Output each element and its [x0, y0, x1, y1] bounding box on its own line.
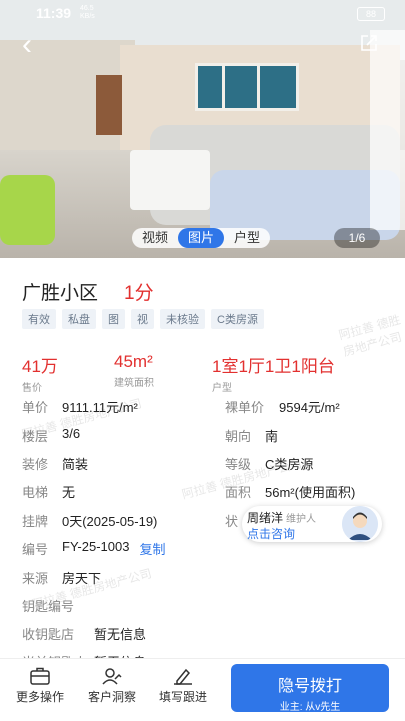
kpi-area: 45m² 建筑面积 — [114, 352, 154, 389]
detail-row: 单价 9111.11元/m² — [22, 397, 138, 416]
detail-value: 无 — [62, 485, 76, 500]
agent-name: 周绪洋 — [247, 511, 284, 525]
kpi-value: 1室1厅1卫1阳台 — [212, 357, 335, 376]
tab-video[interactable]: 视频 — [132, 228, 178, 248]
kpi-price: 41万 售价 — [22, 352, 58, 394]
photo-coffee-table — [130, 150, 210, 210]
detail-key: 挂牌 — [22, 514, 49, 529]
fill-followup-button[interactable]: 填写跟进 — [153, 667, 213, 705]
detail-row: 电梯 无 — [22, 482, 75, 501]
detail-value: 南 — [265, 429, 279, 444]
consult-link[interactable]: 点击咨询 — [247, 525, 295, 542]
pencil-icon — [174, 668, 192, 685]
call-owner: 业主: 从v先生 — [279, 702, 341, 713]
detail-key: 单价 — [22, 400, 49, 415]
detail-value: 暂无信息 — [94, 627, 147, 642]
detail-key: 楼层 — [22, 429, 49, 444]
tag: 有效 — [22, 309, 56, 329]
tab-photos[interactable]: 图片 — [178, 228, 225, 248]
tag-list: 有效 私盘 图 视 未核验 C类房源 — [22, 309, 264, 329]
detail-row: 楼层 3/6 — [22, 426, 80, 445]
detail-row: 挂牌 0天(2025-05-19) — [22, 511, 157, 530]
status-net-speed: 46.5 KB/s — [80, 5, 95, 20]
detail-row: 来源 房天下 — [22, 568, 101, 587]
detail-value: 3/6 — [62, 426, 81, 441]
photo-painting — [257, 63, 299, 111]
detail-value: 56m²(使用面积) — [265, 485, 356, 500]
tag: 视 — [131, 309, 154, 329]
status-time: 11:39 — [36, 5, 72, 21]
detail-value: 0天(2025-05-19) — [62, 514, 158, 529]
detail-key: 电梯 — [22, 485, 49, 500]
detail-row: 面积 56m²(使用面积) — [225, 482, 355, 501]
detail-key: 面积 — [225, 485, 252, 500]
photo-toy — [0, 175, 55, 245]
kpi-label: 户型 — [212, 383, 232, 394]
call-title: 隐号拨打 — [277, 678, 342, 695]
detail-row: 装修 简装 — [22, 454, 88, 473]
share-icon[interactable] — [360, 34, 378, 52]
tag: 图 — [102, 309, 125, 329]
avatar — [342, 506, 378, 542]
kpi-layout: 1室1厅1卫1阳台 户型 — [212, 352, 335, 394]
photo-window-glare — [370, 30, 405, 230]
kpi-value: 45m² — [114, 352, 153, 371]
detail-value: 9594元/m² — [279, 400, 340, 415]
detail-value: C类房源 — [265, 457, 314, 472]
tag: 私盘 — [62, 309, 96, 329]
detail-value: 房天下 — [62, 571, 102, 586]
detail-row: 朝向 南 — [225, 426, 278, 445]
detail-row: 等级 C类房源 — [225, 454, 313, 473]
fill-followup-label: 填写跟进 — [158, 690, 207, 704]
detail-row: 钥匙编号 — [22, 596, 94, 615]
detail-row: 编号 FY-25-1003 复制 — [22, 539, 165, 558]
detail-row: 裸单价 9594元/m² — [225, 397, 340, 416]
community-title: 广胜小区 — [22, 283, 99, 304]
customer-insight-icon — [102, 668, 122, 685]
detail-row: 收钥匙店 暂无信息 — [22, 624, 146, 643]
status-bar: 11:39 46.5 KB/s 88 — [0, 0, 405, 28]
back-arrow-icon[interactable]: ‹ — [22, 30, 32, 60]
listing-photo[interactable] — [0, 0, 405, 258]
detail-key: 等级 — [225, 457, 252, 472]
more-actions-button[interactable]: 更多操作 — [10, 667, 70, 705]
detail-key: 钥匙编号 — [22, 599, 75, 614]
battery-icon: 88 — [357, 7, 385, 21]
photo-door — [96, 75, 122, 135]
kpi-label: 售价 — [22, 383, 42, 394]
listing-score: 1分 — [124, 283, 154, 304]
detail-key: 编号 — [22, 542, 49, 557]
tag: 未核验 — [160, 309, 205, 329]
customer-insight-label: 客户洞察 — [87, 690, 136, 704]
kpi-label: 建筑面积 — [114, 378, 154, 389]
detail-value: 9111.11元/m² — [62, 400, 138, 415]
listing-code: FY-25-1003 — [62, 539, 130, 554]
tag: C类房源 — [211, 309, 264, 329]
detail-key: 裸单价 — [225, 400, 265, 415]
agent-role: 维护人 — [286, 514, 317, 525]
media-tabs: 视频 图片 户型 — [132, 228, 271, 248]
detail-key: 朝向 — [225, 429, 252, 444]
detail-value: 简装 — [62, 457, 89, 472]
more-actions-label: 更多操作 — [15, 690, 64, 704]
agent-consult-card[interactable]: 周绪洋 维护人 点击咨询 — [242, 506, 382, 542]
briefcase-icon — [30, 667, 50, 685]
agent-name-line: 周绪洋 维护人 — [247, 509, 316, 526]
kpi-value: 41万 — [22, 357, 58, 376]
detail-key: 来源 — [22, 571, 49, 586]
customer-insight-button[interactable]: 客户洞察 — [82, 667, 142, 705]
detail-key: 装修 — [22, 457, 49, 472]
tab-floorplan[interactable]: 户型 — [224, 228, 270, 248]
copy-button[interactable]: 复制 — [139, 539, 165, 558]
photo-counter: 1/6 — [334, 228, 380, 248]
hidden-number-call-button[interactable]: 隐号拨打 业主: 从v先生 — [231, 664, 389, 713]
detail-key: 收钥匙店 — [22, 627, 75, 642]
